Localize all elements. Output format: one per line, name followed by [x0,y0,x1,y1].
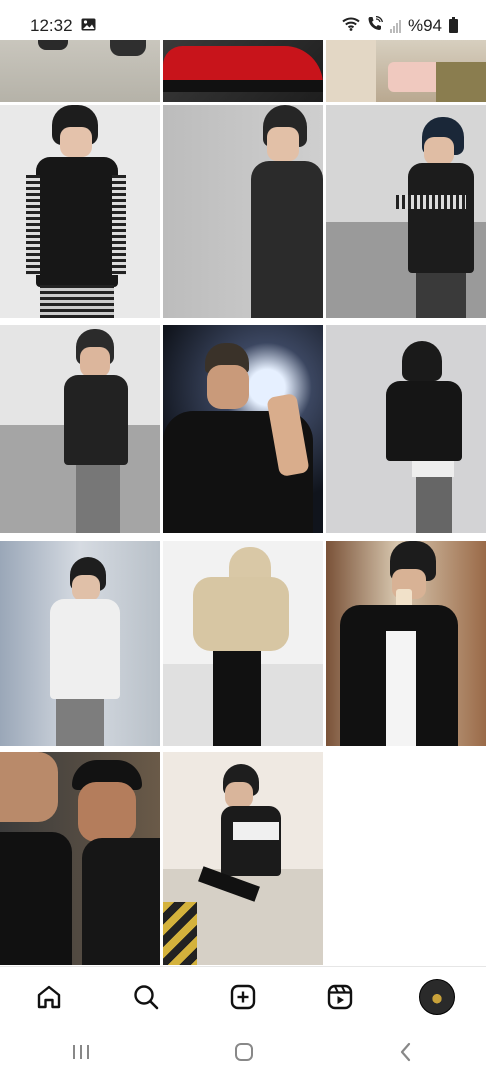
photo-tile[interactable] [163,40,323,102]
image-icon [81,16,96,36]
photo-tile[interactable] [0,40,160,102]
system-home-icon[interactable] [233,1041,255,1068]
signal-icon [389,19,401,33]
add-post-icon[interactable] [223,977,263,1017]
profile-avatar[interactable] [417,977,457,1017]
photo-tile[interactable] [326,40,486,102]
wifi-icon [342,16,360,36]
wifi-call-icon [367,15,384,36]
photo-tile[interactable] [326,540,486,746]
photo-tile[interactable] [0,540,160,746]
system-navigation-bar [0,1028,486,1080]
explore-photo-grid [0,40,486,966]
status-time: 12:32 [30,16,73,35]
avatar [419,979,456,1015]
search-icon[interactable] [126,977,166,1017]
battery-percent: %94 [407,16,442,35]
back-icon[interactable] [396,1041,416,1068]
photo-tile[interactable] [163,752,323,966]
photo-tile[interactable] [163,540,323,746]
photo-tile[interactable] [163,325,323,534]
photo-tile[interactable] [0,752,160,966]
home-icon[interactable] [29,977,69,1017]
battery-icon [449,17,458,33]
empty-grid-slot [326,752,486,966]
photo-tile[interactable] [0,325,160,534]
reels-icon[interactable] [320,977,360,1017]
photo-tile[interactable] [163,104,323,318]
photo-tile[interactable] [326,325,486,534]
photo-tile[interactable] [326,104,486,318]
photo-tile[interactable] [0,104,160,318]
recent-apps-icon[interactable] [70,1042,92,1067]
bottom-navigation [0,966,486,1027]
